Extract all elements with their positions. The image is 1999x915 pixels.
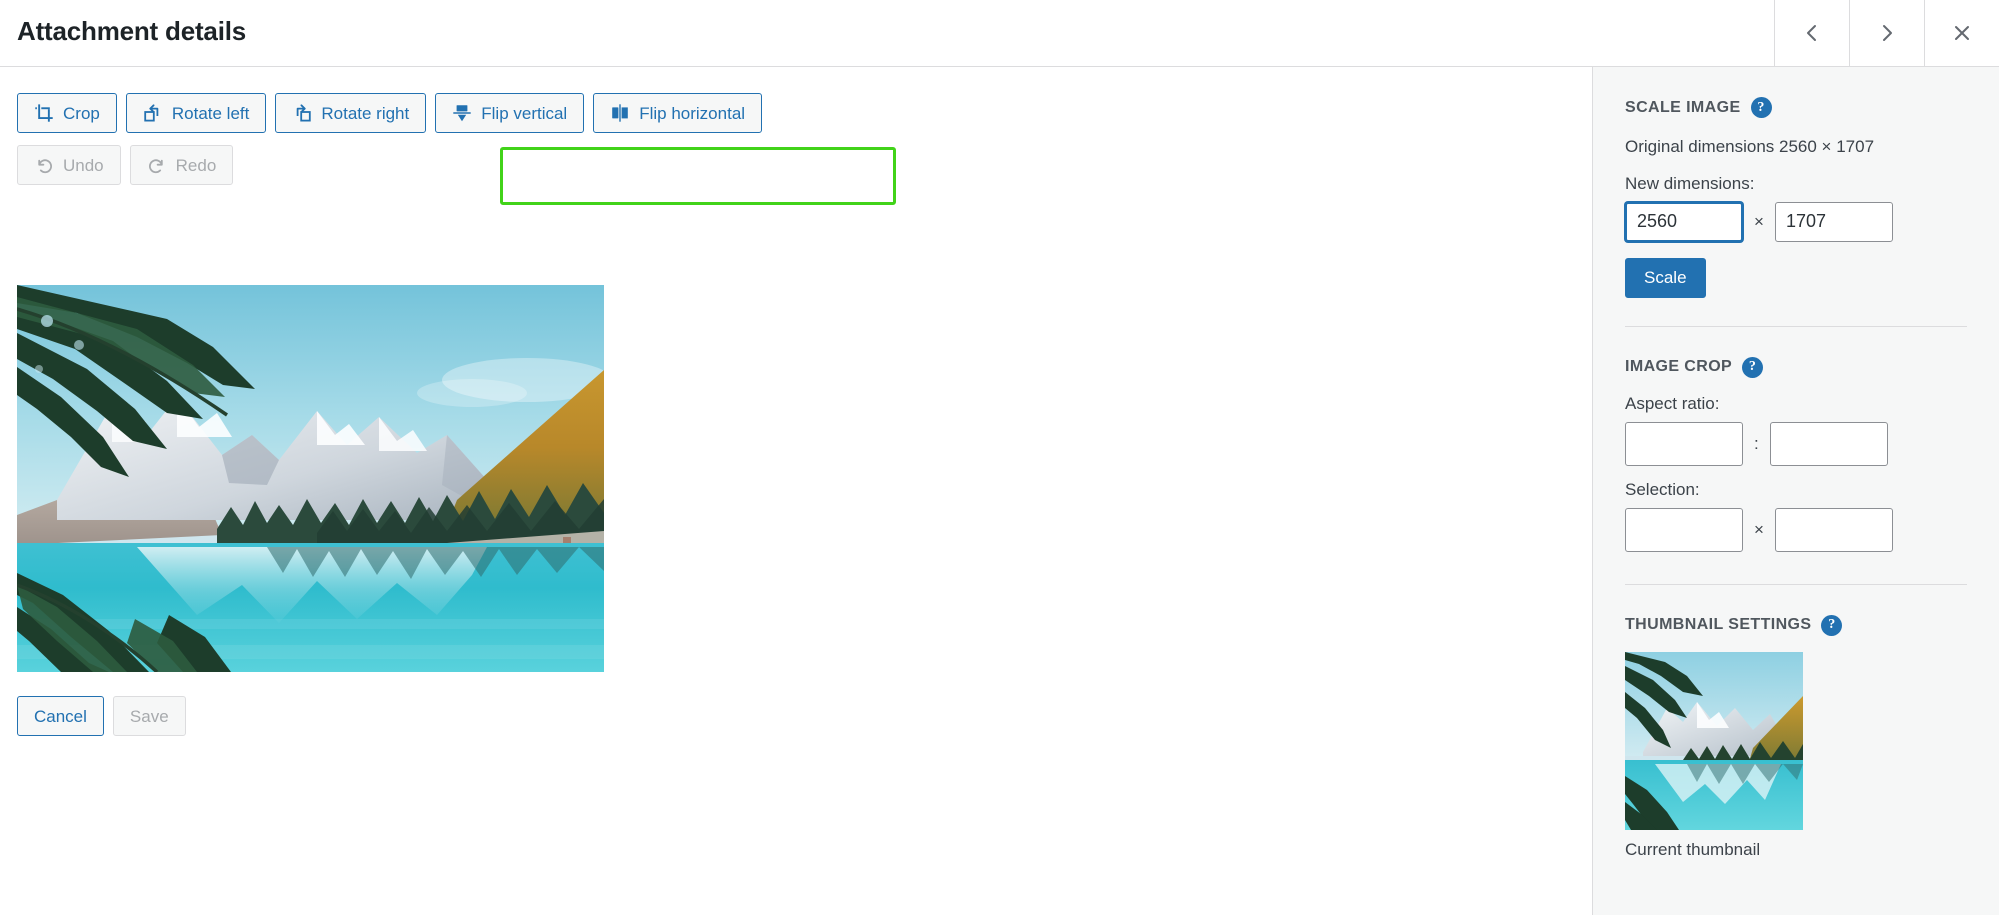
thumbnail-canvas	[1625, 651, 1803, 830]
image-crop-heading: IMAGE CROP ?	[1625, 356, 1967, 378]
image-editor-pane: Crop Rotate left Rotate right Flip verti…	[0, 67, 1592, 915]
selection-height-input[interactable]	[1774, 507, 1893, 552]
cancel-button-label: Cancel	[34, 706, 87, 726]
selection-label: Selection:	[1625, 479, 1700, 499]
modal-nav-group	[1774, 0, 1999, 66]
thumbnail-settings-section: THUMBNAIL SETTINGS ? Current thumbnail	[1625, 583, 1967, 888]
rotate-left-icon	[143, 103, 163, 123]
scale-image-heading: SCALE IMAGE ?	[1625, 97, 1967, 118]
aspect-ratio-separator: :	[1754, 433, 1759, 453]
flip-horizontal-button[interactable]: Flip horizontal	[593, 93, 763, 133]
rotate-left-button[interactable]: Rotate left	[125, 93, 267, 133]
prev-media-button[interactable]	[1774, 0, 1849, 66]
cancel-button[interactable]: Cancel	[17, 696, 104, 736]
scale-button[interactable]: Scale	[1625, 257, 1706, 298]
close-dialog-button[interactable]	[1924, 0, 1999, 66]
scale-image-section: SCALE IMAGE ? Original dimensions 2560 ×…	[1625, 67, 1967, 326]
rotate-right-icon	[292, 103, 312, 123]
editor-action-buttons: Cancel Save	[17, 696, 186, 736]
image-preview[interactable]	[17, 285, 604, 672]
crop-icon	[34, 103, 54, 123]
thumbnail-settings-heading-label: THUMBNAIL SETTINGS	[1625, 616, 1812, 633]
aspect-ratio-numerator-input[interactable]	[1625, 421, 1743, 466]
selection-row: ×	[1625, 507, 1967, 552]
image-crop-section: IMAGE CROP ? Aspect ratio: : Selection: …	[1625, 325, 1967, 584]
undo-icon	[34, 155, 54, 175]
aspect-ratio-denominator-input[interactable]	[1769, 421, 1888, 466]
image-crop-heading-label: IMAGE CROP	[1625, 358, 1733, 375]
scale-image-help-icon[interactable]: ?	[1750, 97, 1772, 118]
aspect-ratio-label: Aspect ratio:	[1625, 393, 1720, 413]
undo-button-label: Undo	[63, 155, 104, 175]
aspect-ratio-row: :	[1625, 421, 1967, 466]
new-dimensions-row: ×	[1625, 201, 1967, 242]
scale-image-heading-label: SCALE IMAGE	[1625, 98, 1741, 116]
chevron-right-icon	[1876, 22, 1898, 44]
attachment-details-modal: Attachment details Crop Rotate left Rota…	[0, 0, 1999, 915]
next-media-button[interactable]	[1849, 0, 1924, 66]
redo-button[interactable]: Redo	[129, 145, 234, 185]
new-dimensions-label: New dimensions:	[1625, 173, 1755, 193]
image-edit-toolbar-history: Undo Redo	[17, 145, 234, 185]
flip-vertical-button[interactable]: Flip vertical	[435, 93, 585, 133]
original-dimensions-text: Original dimensions 2560 × 1707	[1625, 137, 1875, 156]
flip-buttons-highlight-ring	[500, 147, 896, 205]
modal-header: Attachment details	[0, 0, 1999, 67]
crop-button[interactable]: Crop	[17, 93, 117, 133]
close-icon	[1951, 22, 1973, 44]
image-preview-canvas	[17, 285, 604, 672]
selection-separator: ×	[1754, 519, 1764, 539]
image-edit-sidebar: SCALE IMAGE ? Original dimensions 2560 ×…	[1592, 67, 1999, 915]
rotate-right-button-label: Rotate right	[321, 103, 410, 123]
redo-button-label: Redo	[175, 155, 217, 175]
thumbnail-settings-heading: THUMBNAIL SETTINGS ?	[1625, 614, 1967, 636]
selection-width-input[interactable]	[1625, 507, 1743, 552]
save-button[interactable]: Save	[112, 696, 186, 736]
crop-button-label: Crop	[63, 103, 100, 123]
rotate-right-button[interactable]: Rotate right	[275, 93, 427, 133]
flip-vertical-button-label: Flip vertical	[481, 103, 568, 123]
flip-vertical-icon	[452, 103, 472, 123]
chevron-left-icon	[1801, 22, 1823, 44]
rotate-left-button-label: Rotate left	[171, 103, 250, 123]
undo-button[interactable]: Undo	[17, 145, 121, 185]
thumbnail-settings-help-icon[interactable]: ?	[1821, 614, 1843, 636]
thumbnail-caption: Current thumbnail	[1625, 839, 1761, 859]
redo-icon	[147, 155, 167, 175]
flip-horizontal-icon	[610, 103, 630, 123]
image-edit-toolbar-primary: Crop Rotate left Rotate right Flip verti…	[17, 93, 763, 133]
dimension-separator: ×	[1754, 211, 1764, 231]
page-title: Attachment details	[17, 16, 247, 46]
flip-horizontal-button-label: Flip horizontal	[639, 103, 746, 123]
current-thumbnail-image	[1625, 651, 1803, 830]
scale-width-input[interactable]	[1625, 201, 1743, 242]
save-button-label: Save	[129, 706, 169, 726]
scale-height-input[interactable]	[1774, 201, 1893, 242]
image-crop-help-icon[interactable]: ?	[1742, 356, 1764, 378]
